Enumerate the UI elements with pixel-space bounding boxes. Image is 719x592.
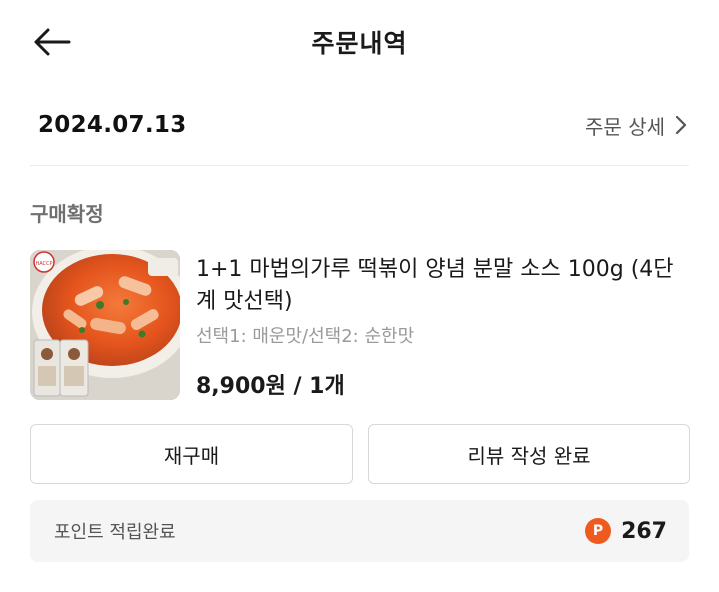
points-amount: P 267 bbox=[585, 518, 667, 544]
haccp-badge: HACCP bbox=[35, 261, 52, 267]
divider bbox=[30, 165, 689, 166]
points-summary: 포인트 적립완료 P 267 bbox=[30, 500, 689, 562]
order-detail-label: 주문 상세 bbox=[585, 114, 665, 139]
points-label: 포인트 적립완료 bbox=[54, 522, 176, 543]
page-title: 주문내역 bbox=[311, 29, 408, 58]
review-complete-button[interactable]: 리뷰 작성 완료 bbox=[368, 424, 690, 484]
order-status: 구매확정 bbox=[30, 202, 104, 226]
order-date-row: 2024.07.13 주문 상세 bbox=[38, 104, 687, 146]
product-option: 선택1: 매운맛/선택2: 순한맛 bbox=[196, 326, 415, 347]
tteokbokki-image: HACCP bbox=[30, 250, 180, 400]
reorder-button[interactable]: 재구매 bbox=[30, 424, 353, 484]
points-badge-icon: P bbox=[585, 518, 612, 544]
chevron-right-icon bbox=[675, 115, 687, 135]
product-name[interactable]: 1+1 마법의가루 떡볶이 양념 분말 소스 100g (4단계 맛선택) bbox=[196, 254, 689, 318]
header: 주문내역 bbox=[0, 0, 719, 84]
product-thumbnail[interactable]: HACCP bbox=[30, 250, 180, 400]
product-price: 8,900원 / 1개 bbox=[196, 374, 345, 399]
order-date: 2024.07.13 bbox=[38, 112, 187, 138]
product-item[interactable]: HACCP 1+1 마법의가루 떡볶이 양념 분말 소스 100g (4단계 맛… bbox=[30, 250, 689, 402]
order-history-page: 주문내역 2024.07.13 주문 상세 구매확정 HACCP 1+1 마법의… bbox=[0, 0, 719, 592]
order-detail-link[interactable]: 주문 상세 bbox=[585, 111, 687, 140]
points-value: 267 bbox=[621, 518, 667, 544]
